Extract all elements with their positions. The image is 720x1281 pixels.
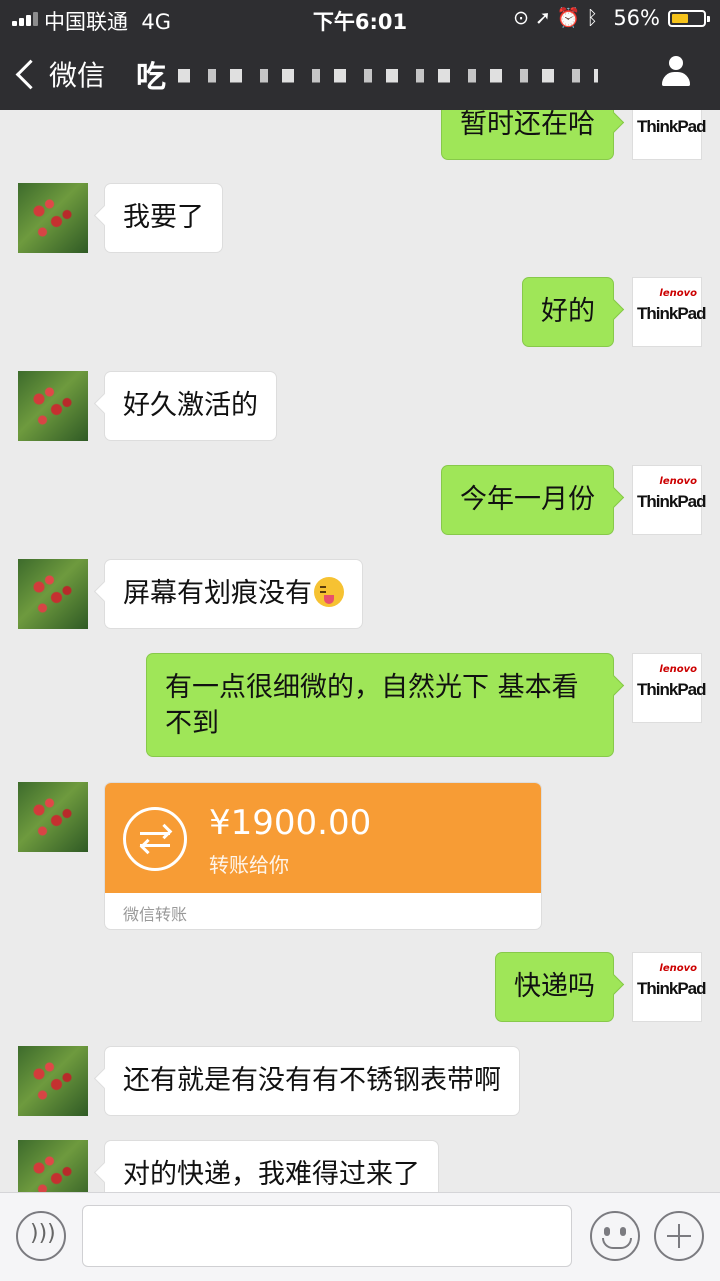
input-bar: ))) — [0, 1192, 720, 1281]
avatar-brand: ThinkPad — [637, 492, 707, 511]
redacted-title-mosaic — [178, 69, 598, 83]
top-bar: 中国联通 4G 下午6:01 ⊙➚⏰ᛒ 56% 微信 吃 — [0, 0, 720, 110]
message-bubble[interactable]: 对的快递，我难得过来了 — [104, 1140, 439, 1192]
my-avatar[interactable]: lenovo ThinkPad — [632, 952, 707, 1022]
message-bubble[interactable]: 我要了 — [104, 183, 223, 253]
avatar-brand: ThinkPad — [637, 304, 707, 323]
back-label: 微信 — [49, 59, 106, 92]
message-text-line: 不到 — [165, 708, 219, 739]
lock-rotation-icon: ⊙ — [513, 7, 535, 29]
avatar-brand-small: lenovo — [659, 288, 697, 299]
clock: 下午6:01 — [312, 10, 408, 34]
status-icons: ⊙➚⏰ᛒ — [513, 6, 604, 29]
emoji-button[interactable] — [590, 1211, 640, 1261]
transfer-card-body: ¥1900.00 转账给你 — [105, 783, 541, 893]
my-avatar[interactable]: lenovo ThinkPad — [632, 465, 707, 535]
contact-avatar[interactable] — [18, 371, 88, 441]
transfer-icon — [123, 807, 187, 871]
emoji-icon — [604, 1227, 610, 1236]
avatar-brand-small: lenovo — [659, 963, 697, 974]
contact-avatar[interactable] — [18, 1140, 88, 1192]
message-bubble[interactable]: 好久激活的 — [104, 371, 277, 441]
transfer-label: 微信转账 — [123, 905, 188, 924]
avatar-brand: ThinkPad — [637, 680, 707, 699]
my-avatar[interactable]: ThinkPad — [632, 110, 707, 160]
battery-percent: 56% — [613, 6, 660, 30]
message-bubble[interactable]: 今年一月份 — [441, 465, 614, 535]
message-bubble[interactable]: 有一点很细微的，自然光下 基本看 不到 — [146, 653, 614, 757]
transfer-description: 转账给你 — [209, 853, 289, 877]
contact-avatar[interactable] — [18, 1046, 88, 1116]
contact-avatar[interactable] — [18, 782, 88, 852]
message-bubble[interactable]: 还有就是有没有有不锈钢表带啊 — [104, 1046, 520, 1116]
my-avatar[interactable]: lenovo ThinkPad — [632, 277, 707, 347]
message-bubble[interactable]: 屏幕有划痕没有 — [104, 559, 363, 629]
avatar-brand-small: lenovo — [659, 476, 697, 487]
message-input[interactable] — [82, 1205, 572, 1267]
chevron-left-icon — [15, 59, 46, 89]
transfer-amount: ¥1900.00 — [209, 803, 372, 843]
avatar-brand-small: lenovo — [659, 664, 697, 675]
message-text-line: 有一点很细微的，自然光下 基本看 — [165, 672, 579, 703]
message-text: 屏幕有划痕没有 — [123, 578, 312, 609]
alarm-icon: ⏰ — [556, 7, 587, 29]
my-avatar[interactable]: lenovo ThinkPad — [632, 653, 707, 723]
message-bubble[interactable]: 好的 — [522, 277, 614, 347]
bluetooth-icon: ᛒ — [586, 7, 604, 29]
voice-button[interactable]: ))) — [16, 1211, 66, 1261]
avatar-brand: ThinkPad — [637, 117, 707, 136]
contact-avatar[interactable] — [18, 559, 88, 629]
nav-bar: 微信 吃 — [0, 36, 720, 110]
contact-avatar[interactable] — [18, 183, 88, 253]
battery-icon — [668, 10, 710, 27]
voice-icon: ))) — [30, 1221, 56, 1246]
squinting-tongue-emoji-icon — [314, 577, 344, 607]
location-icon: ➚ — [535, 7, 557, 29]
message-bubble[interactable]: 快递吗 — [495, 952, 614, 1022]
more-button[interactable] — [654, 1211, 704, 1261]
chat-title: 吃 — [136, 60, 166, 95]
back-button[interactable]: 微信 — [14, 54, 105, 94]
chat-area[interactable]: 暂时还在哈 ThinkPad 我要了 好的 lenovo ThinkPad 好久… — [0, 110, 720, 1192]
status-bar: 中国联通 4G 下午6:01 ⊙➚⏰ᛒ 56% — [0, 0, 720, 36]
avatar-brand: ThinkPad — [637, 979, 707, 998]
message-bubble[interactable]: 暂时还在哈 — [441, 110, 614, 160]
profile-icon[interactable] — [660, 56, 692, 88]
transfer-card[interactable]: ¥1900.00 转账给你 微信转账 — [104, 782, 542, 930]
